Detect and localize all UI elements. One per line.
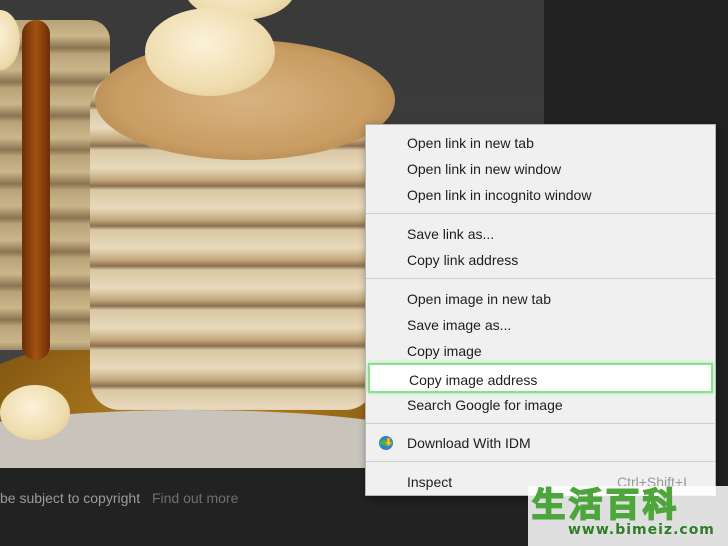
banana-slice [0,385,70,440]
menu-item-copy-image[interactable]: Copy image [366,338,715,364]
menu-item-label: Open link in new window [407,161,562,177]
watermark-logo: 生活百科 www.bimeiz.com [528,485,728,546]
menu-item-label: Copy image [407,343,482,359]
menu-item-label: Open image in new tab [407,291,551,307]
menu-item-download-with-idm[interactable]: Download With IDM [366,430,715,456]
find-out-more-link[interactable]: Find out more [152,490,238,506]
context-menu: Open link in new tab Open link in new wi… [365,124,716,496]
banana-slice [145,8,275,96]
copyright-text: be subject to copyright [0,490,141,506]
idm-globe-icon [379,436,393,450]
watermark-url: www.bimeiz.com [568,522,715,538]
watermark-chinese-text: 生活百科 [531,485,680,525]
menu-item-copy-image-address[interactable]: Copy image address [368,363,713,393]
menu-item-label: Open link in new tab [407,135,534,151]
menu-separator [366,461,715,462]
menu-item-label: Inspect [407,474,453,490]
menu-item-label: Search Google for image [407,397,563,413]
menu-separator [366,423,715,424]
syrup-drip [22,20,50,360]
menu-item-label: Open link in incognito window [407,187,592,203]
menu-item-save-link-as[interactable]: Save link as... [366,221,715,247]
menu-item-label: Download With IDM [407,435,531,451]
menu-separator [366,213,715,214]
menu-separator [366,278,715,279]
copyright-caption: be subject to copyright Find out more [0,490,238,506]
menu-item-copy-link-address[interactable]: Copy link address [366,247,715,273]
menu-item-save-image-as[interactable]: Save image as... [366,312,715,338]
menu-item-open-link-incognito[interactable]: Open link in incognito window [366,182,715,208]
menu-item-label: Save image as... [407,317,512,333]
menu-item-label: Save link as... [407,226,495,242]
menu-item-open-image-new-tab[interactable]: Open image in new tab [366,286,715,312]
menu-item-open-link-new-window[interactable]: Open link in new window [366,156,715,182]
menu-item-label: Copy image address [409,372,538,388]
screen: be subject to copyright Find out more Op… [0,0,728,546]
menu-item-label: Copy link address [407,252,519,268]
menu-item-open-link-new-tab[interactable]: Open link in new tab [366,130,715,156]
menu-item-search-google-for-image[interactable]: Search Google for image [366,392,715,418]
